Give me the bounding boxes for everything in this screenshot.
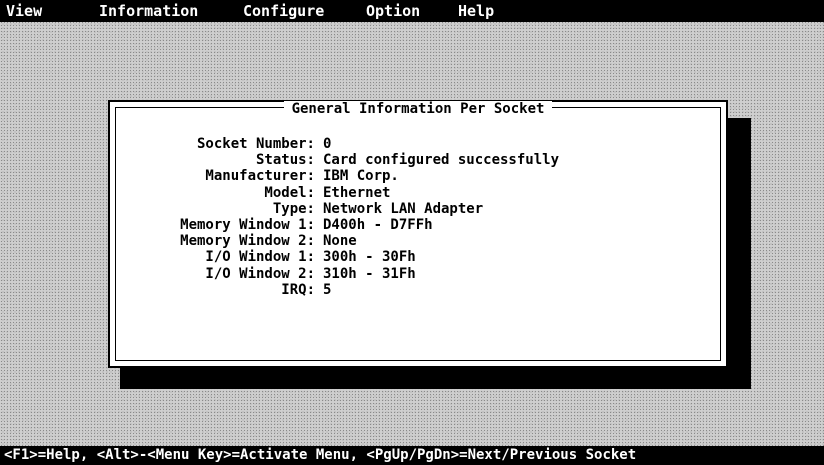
io-window-2-value: 310h - 31Fh [323, 265, 416, 282]
socket-number-value: 0 [323, 136, 332, 152]
irq-value: 5 [323, 281, 332, 298]
menu-option[interactable]: Option [366, 0, 420, 22]
menu-bar: View Information Configure Option Help [0, 0, 824, 22]
model-label: Model: [264, 184, 315, 201]
memory-window-2-value: None [323, 233, 357, 250]
io-window-1-value: 300h - 30Fh [323, 249, 416, 266]
irq-label: IRQ: [281, 281, 315, 298]
dialog-title-text: General Information Per Socket [283, 101, 553, 117]
type-label: Type: [272, 200, 315, 217]
io-window-2-label: I/O Window 2: [205, 265, 315, 282]
memory-window-2-label: Memory Window 2: [180, 233, 315, 250]
status-label: Status: [255, 152, 315, 169]
manufacturer-value: IBM Corp. [323, 168, 399, 185]
menu-help[interactable]: Help [458, 0, 494, 22]
status-value: Card configured successfully [323, 152, 560, 169]
dialog-title: General Information Per Socket [116, 100, 720, 118]
menu-information[interactable]: Information [99, 0, 198, 22]
socket-info-dialog: General Information Per Socket Socket Nu… [108, 100, 728, 368]
memory-window-1-label: Memory Window 1: [180, 216, 315, 233]
manufacturer-label: Manufacturer: [205, 168, 315, 185]
status-bar: <F1>=Help, <Alt>-<Menu Key>=Activate Men… [0, 446, 824, 465]
menu-view[interactable]: View [6, 0, 42, 22]
io-window-1-label: I/O Window 1: [205, 249, 315, 266]
memory-window-1-value: D400h - D7FFh [323, 216, 433, 233]
model-value: Ethernet [323, 184, 391, 201]
socket-number-label: Socket Number: [196, 136, 315, 152]
type-value: Network LAN Adapter [323, 200, 484, 217]
menu-configure[interactable]: Configure [243, 0, 324, 22]
